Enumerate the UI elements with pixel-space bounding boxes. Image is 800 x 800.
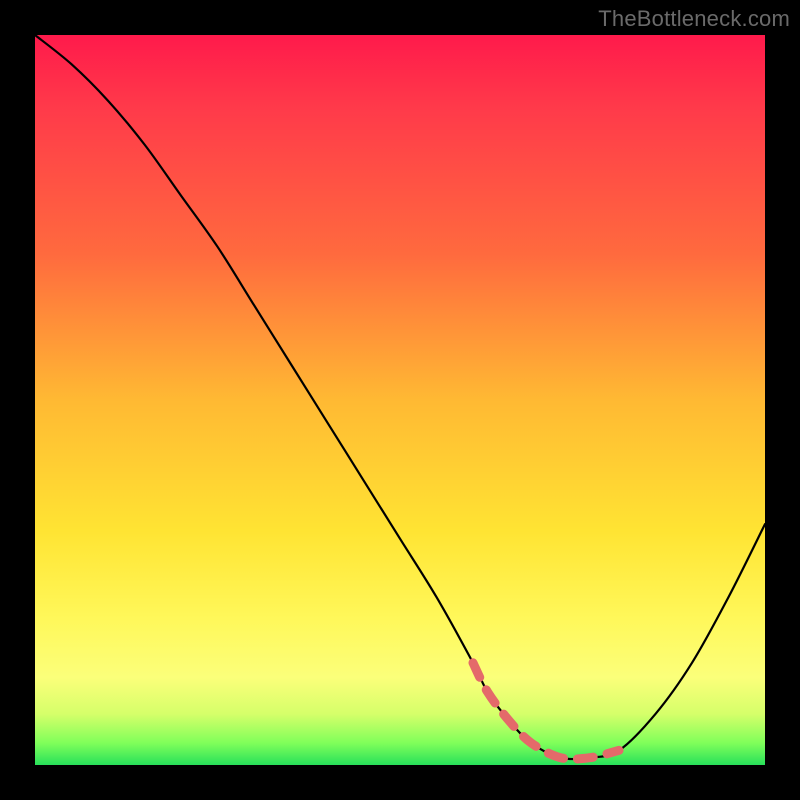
plot-area [35, 35, 765, 765]
chart-frame: TheBottleneck.com [0, 0, 800, 800]
bottleneck-curve [35, 35, 765, 759]
curve-svg [35, 35, 765, 765]
watermark-text: TheBottleneck.com [598, 6, 790, 32]
recommended-range-marker [473, 663, 619, 759]
